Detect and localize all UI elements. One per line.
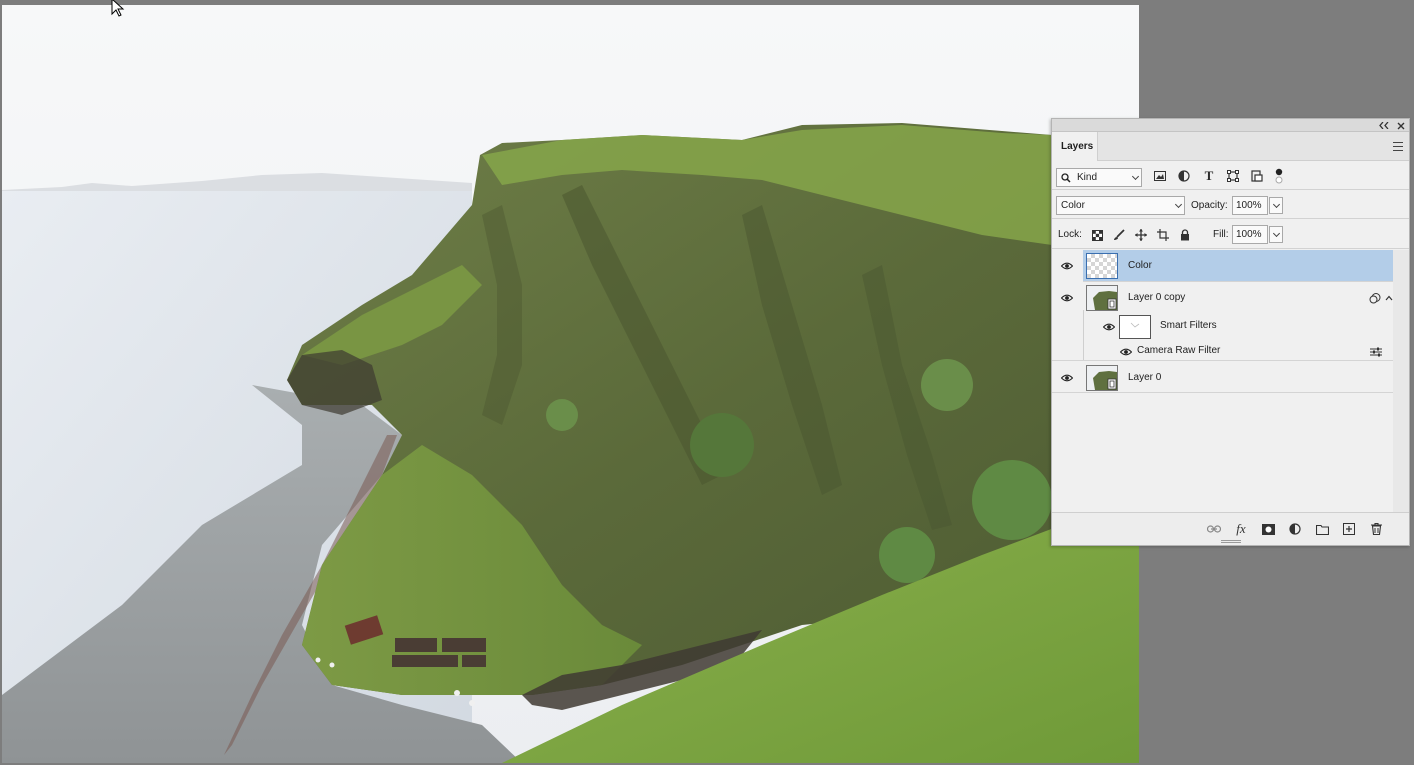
close-icon[interactable]: [1397, 122, 1405, 130]
smart-object-filter-icon[interactable]: [1250, 169, 1264, 183]
smart-filter-mask-thumbnail[interactable]: [1119, 315, 1151, 339]
document-canvas[interactable]: [2, 5, 1139, 763]
visibility-eye-icon[interactable]: [1103, 323, 1115, 331]
adjustment-layer-icon[interactable]: [1288, 522, 1302, 536]
image-filter-icon[interactable]: [1153, 169, 1167, 183]
layer-list-scrollbar[interactable]: [1393, 250, 1409, 512]
blend-mode-select[interactable]: Color: [1056, 196, 1185, 215]
kind-filter-select[interactable]: Kind: [1056, 168, 1142, 187]
lock-image-pixels-icon[interactable]: [1112, 228, 1126, 242]
tab-layers[interactable]: Layers: [1052, 132, 1098, 161]
group-folder-icon[interactable]: [1315, 522, 1329, 536]
shape-filter-icon[interactable]: [1226, 169, 1240, 183]
tree-line: [1083, 310, 1084, 360]
blend-mode-value: Color: [1061, 200, 1085, 211]
add-mask-icon[interactable]: [1261, 522, 1275, 536]
panel-tab-row: Layers: [1052, 132, 1409, 161]
new-layer-icon[interactable]: [1342, 522, 1356, 536]
blend-row: Color Opacity: 100%: [1052, 191, 1409, 219]
lock-row: Lock: Fill: 100%: [1052, 220, 1409, 249]
layer-thumbnail-transparent: [1086, 253, 1118, 279]
search-icon: [1061, 173, 1071, 183]
layer-thumbnail-photo: [1086, 285, 1118, 311]
kind-filter-value: Kind: [1077, 172, 1098, 183]
layer-name[interactable]: Layer 0: [1128, 372, 1161, 384]
lock-position-icon[interactable]: [1134, 228, 1148, 242]
layer-name[interactable]: Layer 0 copy: [1128, 292, 1185, 304]
trash-icon[interactable]: [1369, 522, 1383, 536]
layer-list: Color Layer 0 copy Smart Filters Camera …: [1052, 250, 1409, 512]
chevron-up-icon[interactable]: [1385, 295, 1393, 301]
layer-thumbnail-photo: [1086, 365, 1118, 391]
panel-bottom-bar: fx: [1052, 512, 1409, 545]
layer-name[interactable]: Color: [1128, 260, 1152, 272]
layers-panel: Layers Kind T Color Opacity: 100% Lock: …: [1051, 118, 1410, 546]
panel-resize-grip[interactable]: [1221, 540, 1241, 543]
fill-input[interactable]: 100%: [1232, 225, 1268, 244]
filter-blending-options-icon[interactable]: [1370, 347, 1382, 357]
lock-transparent-pixels-icon[interactable]: [1090, 228, 1104, 242]
opacity-input[interactable]: 100%: [1232, 196, 1268, 215]
type-filter-icon[interactable]: T: [1202, 168, 1216, 183]
fill-label: Fill:: [1213, 229, 1229, 240]
visibility-eye-icon[interactable]: [1061, 294, 1073, 302]
filter-name[interactable]: Camera Raw Filter: [1137, 345, 1220, 357]
lock-label: Lock:: [1058, 229, 1082, 240]
panel-titlebar[interactable]: [1052, 119, 1409, 132]
mouse-pointer-icon: [111, 0, 125, 17]
lock-artboard-icon[interactable]: [1156, 228, 1170, 242]
adjustment-filter-icon[interactable]: [1177, 169, 1191, 183]
fill-dropdown-button[interactable]: [1269, 226, 1283, 243]
filter-row: Kind T: [1052, 162, 1409, 190]
lock-all-icon[interactable]: [1178, 228, 1192, 242]
fx-icon[interactable]: fx: [1234, 521, 1248, 536]
link-layers-icon[interactable]: [1207, 522, 1221, 536]
double-chevron-left-icon[interactable]: [1379, 122, 1389, 129]
visibility-eye-icon[interactable]: [1120, 348, 1132, 356]
visibility-eye-icon[interactable]: [1061, 374, 1073, 382]
filter-toggle-icon[interactable]: [1272, 168, 1286, 184]
landscape-photo: [2, 5, 1139, 763]
panel-menu-icon[interactable]: [1393, 142, 1403, 151]
visibility-eye-icon[interactable]: [1061, 262, 1073, 270]
smart-filter-indicator-icon: [1369, 293, 1381, 304]
smart-filters-label[interactable]: Smart Filters: [1160, 320, 1217, 332]
opacity-dropdown-button[interactable]: [1269, 197, 1283, 214]
opacity-label: Opacity:: [1191, 200, 1228, 211]
